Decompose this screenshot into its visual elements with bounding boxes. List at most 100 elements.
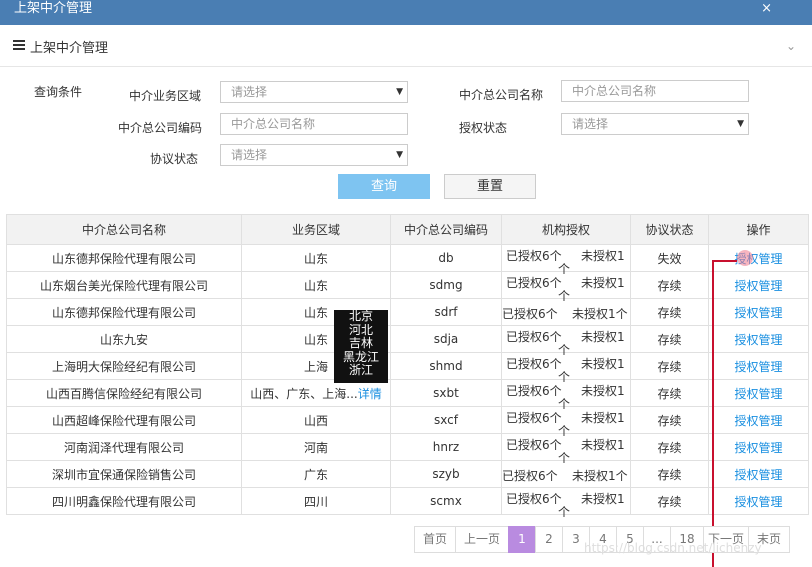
region-tooltip: 北京 河北 吉林 黑龙江 浙江 bbox=[334, 309, 388, 383]
page-first[interactable]: 首页 bbox=[414, 526, 456, 553]
action-cell: 授权管理 bbox=[708, 298, 809, 326]
window-titlebar: 上架中介管理 × bbox=[0, 0, 812, 25]
unauthorized-count: 未授权1 bbox=[581, 357, 625, 371]
agreement-status-cell: 存续 bbox=[630, 325, 709, 353]
auth-manage-link[interactable]: 授权管理 bbox=[734, 360, 782, 374]
auth-manage-link[interactable]: 授权管理 bbox=[734, 279, 782, 293]
auth-manage-link[interactable]: 授权管理 bbox=[734, 414, 782, 428]
unauthorized-count: 未授权1个 bbox=[572, 307, 628, 321]
action-cell: 授权管理 bbox=[708, 379, 809, 407]
table-row: 四川明鑫保险代理有限公司 四川 scmx 已授权6个 未授权1 个 存续 授权管理 bbox=[6, 487, 809, 519]
region-cell: 四川 bbox=[241, 487, 391, 515]
company-name-cell: 山东烟台美光保险代理有限公司 bbox=[6, 271, 242, 299]
agreement-status-cell: 存续 bbox=[630, 487, 709, 515]
unauthorized-count: 未授权1 bbox=[581, 492, 625, 506]
auth-cell: 已授权6个未授权1个 bbox=[501, 244, 631, 276]
agreement-status-select[interactable]: 请选择 ▼ bbox=[220, 144, 408, 166]
panel-title: 上架中介管理 bbox=[30, 41, 109, 56]
auth-manage-link[interactable]: 授权管理 bbox=[734, 306, 782, 320]
authorized-count: 已授权6个 bbox=[506, 357, 562, 371]
action-cell: 授权管理 bbox=[708, 325, 809, 353]
unauthorized-unit: 个 bbox=[558, 505, 571, 519]
auth-cell: 已授权6个未授权1个 bbox=[501, 433, 631, 465]
query-button[interactable]: 查询 bbox=[338, 174, 430, 199]
company-code-cell: shmd bbox=[390, 352, 502, 380]
agreement-status-cell: 失效 bbox=[630, 244, 709, 272]
watermark: https://blog.csdn.net/lichenzy bbox=[584, 541, 762, 555]
authorized-count: 已授权6个 bbox=[506, 330, 562, 344]
region-select[interactable]: 请选择 ▼ bbox=[220, 81, 408, 103]
company-code-cell: sdmg bbox=[390, 271, 502, 299]
table-row: 深圳市宜保通保险销售公司 广东 szyb 已授权6个 未授权1个 存续 授权管理 bbox=[6, 460, 809, 488]
agreement-status-cell: 存续 bbox=[630, 352, 709, 380]
authorized-count: 已授权6个 bbox=[506, 276, 562, 290]
auth-status-select[interactable]: 请选择 ▼ bbox=[561, 113, 749, 135]
company-name-cell: 深圳市宜保通保险销售公司 bbox=[6, 460, 242, 488]
company-code-label: 中介总公司编码 bbox=[118, 121, 203, 135]
action-cell: 授权管理 bbox=[708, 244, 809, 272]
company-name-input[interactable] bbox=[561, 80, 749, 102]
authorized-count: 已授权6个 bbox=[506, 438, 562, 452]
region-cell: 广东 bbox=[241, 460, 391, 488]
chevron-down-icon[interactable]: ⌄ bbox=[786, 39, 796, 53]
agreement-status-cell: 存续 bbox=[630, 460, 709, 488]
auth-manage-link[interactable]: 授权管理 bbox=[734, 495, 782, 509]
action-cell: 授权管理 bbox=[708, 460, 809, 488]
company-name-cell: 上海明大保险经纪有限公司 bbox=[6, 352, 242, 380]
dropdown-arrow-icon: ▼ bbox=[396, 150, 403, 160]
region-detail-link[interactable]: 详情 bbox=[358, 387, 382, 401]
authorized-count: 已授权6个 bbox=[506, 411, 562, 425]
column-header: 机构授权 bbox=[501, 214, 631, 245]
auth-manage-link[interactable]: 授权管理 bbox=[734, 333, 782, 347]
close-icon[interactable]: × bbox=[761, 0, 772, 17]
unauthorized-count: 未授权1 bbox=[581, 276, 625, 290]
column-header: 中介总公司编码 bbox=[390, 214, 502, 245]
page-prev[interactable]: 上一页 bbox=[455, 526, 509, 553]
table-row: 山东九安 山东 sdja 已授权6个 未授权1 个 存续 授权管理 bbox=[6, 325, 809, 357]
agreement-status-cell: 存续 bbox=[630, 379, 709, 407]
click-highlight bbox=[737, 250, 753, 266]
authorized-count: 已授权6个 bbox=[502, 307, 558, 321]
company-name-cell: 河南润泽代理有限公司 bbox=[6, 433, 242, 461]
unauthorized-count: 未授权1个 bbox=[572, 469, 628, 483]
region-cell: 山西 bbox=[241, 406, 391, 434]
auth-cell: 已授权6个未授权1个 bbox=[501, 271, 631, 303]
action-cell: 授权管理 bbox=[708, 406, 809, 434]
action-cell: 授权管理 bbox=[708, 352, 809, 380]
action-cell: 授权管理 bbox=[708, 487, 809, 515]
agreement-status-cell: 存续 bbox=[630, 298, 709, 326]
region-cell: 山东 bbox=[241, 244, 391, 272]
unauthorized-count: 未授权1 bbox=[581, 249, 625, 263]
auth-cell: 已授权6个未授权1个 bbox=[501, 352, 631, 384]
action-cell: 授权管理 bbox=[708, 433, 809, 461]
column-header: 业务区域 bbox=[241, 214, 391, 245]
reset-button[interactable]: 重置 bbox=[444, 174, 536, 199]
company-name-cell: 山西百腾信保险经纪有限公司 bbox=[6, 379, 242, 407]
agreement-status-cell: 存续 bbox=[630, 406, 709, 434]
panel-header: 上架中介管理 ⌄ bbox=[0, 25, 812, 67]
table-row: 山东德邦保险代理有限公司 山东 db 已授权6个 未授权1 个 失效 授权管理 bbox=[6, 244, 809, 276]
agreement-status-label: 协议状态 bbox=[150, 152, 199, 166]
column-header: 操作 bbox=[708, 214, 809, 245]
page-1[interactable]: 1 bbox=[508, 526, 536, 553]
auth-manage-link[interactable]: 授权管理 bbox=[734, 468, 782, 482]
page-2[interactable]: 2 bbox=[535, 526, 563, 553]
column-header: 协议状态 bbox=[630, 214, 709, 245]
table-header-row: 中介总公司名称 业务区域 中介总公司编码 机构授权 协议状态 操作 bbox=[6, 214, 809, 245]
unauthorized-count: 未授权1 bbox=[581, 411, 625, 425]
auth-manage-link[interactable]: 授权管理 bbox=[734, 441, 782, 455]
auth-manage-link[interactable]: 授权管理 bbox=[734, 387, 782, 401]
region-cell: 山东 bbox=[241, 271, 391, 299]
company-code-input[interactable] bbox=[220, 113, 408, 135]
region-cell: 河南 bbox=[241, 433, 391, 461]
auth-cell: 已授权6个未授权1个 bbox=[501, 460, 631, 488]
tooltip-line: 河北 bbox=[348, 322, 373, 337]
table-row: 山东德邦保险代理有限公司 山东 sdrf 已授权6个 未授权1个 存续 授权管理 bbox=[6, 298, 809, 326]
table-row: 河南润泽代理有限公司 河南 hnrz 已授权6个 未授权1 个 存续 授权管理 bbox=[6, 433, 809, 465]
unauthorized-count: 未授权1 bbox=[581, 330, 625, 344]
company-code-cell: sdrf bbox=[390, 298, 502, 326]
table-row: 山西超峰保险代理有限公司 山西 sxcf 已授权6个 未授权1 个 存续 授权管理 bbox=[6, 406, 809, 438]
company-name-cell: 四川明鑫保险代理有限公司 bbox=[6, 487, 242, 515]
dropdown-arrow-icon: ▼ bbox=[396, 87, 403, 97]
table-row: 山西百腾信保险经纪有限公司 山西、广东、上海...详情 sxbt 已授权6个 未授… bbox=[6, 379, 809, 411]
